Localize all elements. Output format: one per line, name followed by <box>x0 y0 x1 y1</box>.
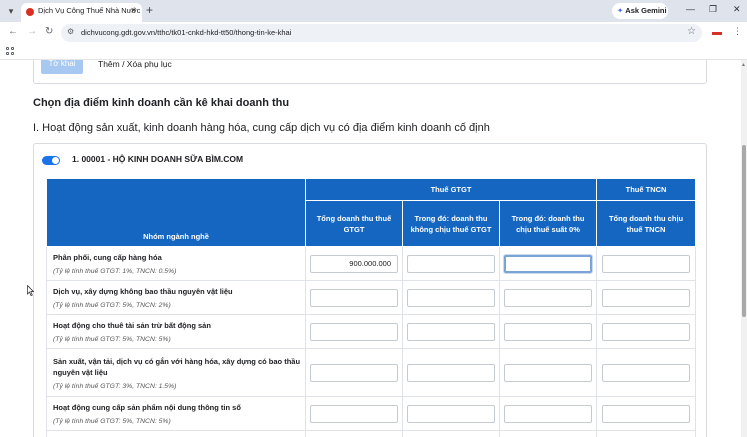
row-rate: (Tỷ lệ tính thuế GTGT: 3%, TNCN: 1.5%) <box>53 382 177 390</box>
scroll-thumb[interactable] <box>742 145 746 317</box>
header-ts0: Trong đó: doanh thu chịu thuế suất 0% <box>498 200 598 247</box>
address-row: ← → ↻ ⚙ dichvucong.gdt.gov.vn/tthc/tk01-… <box>0 22 747 44</box>
tong-gtgt-input[interactable]: 900.000.000 <box>310 254 398 273</box>
ask-gemini-label: Ask Gemini <box>625 6 667 15</box>
row-rate: (Tỷ lệ tính thuế GTGT: 5%, TNCN: 2%) <box>53 302 171 309</box>
scroll-up-icon[interactable]: ▲ <box>741 62 746 68</box>
header-tong-gtgt: Tổng doanh thu thuế GTGT <box>305 200 403 247</box>
tong-gtgt-input[interactable] <box>310 322 398 341</box>
khong-chiu-input[interactable] <box>407 363 495 382</box>
bookmark-bar <box>0 44 747 60</box>
row-rate: (Tỷ lệ tính thuế GTGT: 1%, TNCN: 0.5%) <box>53 268 177 275</box>
forward-icon[interactable]: → <box>27 26 37 37</box>
tab-title: Dịch Vụ Công Thuế Nhà Nước <box>38 6 141 15</box>
add-remove-appendix-button[interactable]: Thêm / Xóa phụ lục <box>98 60 172 72</box>
favicon-icon <box>26 8 34 16</box>
back-icon[interactable]: ← <box>8 26 18 37</box>
table-row: Phân phối, cung cấp hàng hóa (Tỷ lệ tính … <box>46 246 697 281</box>
tong-gtgt-input[interactable] <box>310 288 398 307</box>
tong-tncn-input[interactable] <box>602 404 691 423</box>
ts0-input[interactable] <box>504 363 593 382</box>
row-rate: (Tỷ lệ tính thuế GTGT: 5%, TNCN: 5%) <box>53 418 171 425</box>
row-title: Phân phối, cung cấp hàng hóa <box>53 253 162 262</box>
row-rate: (Tỷ lệ tính thuế GTGT: 5%, TNCN: 5%) <box>53 336 171 343</box>
khong-chiu-input[interactable] <box>407 322 495 341</box>
table-row: Hoạt động cho thuê tài sản trừ bất động … <box>46 314 697 349</box>
business-card: 1. 00001 - HỘ KINH DOANH SỮA BÌM.COM Nhó… <box>33 143 707 437</box>
table-row <box>46 430 697 437</box>
tong-gtgt-input[interactable] <box>310 404 398 423</box>
row-title: Sản xuất, vận tải, dịch vụ có gắn với hà… <box>53 356 301 377</box>
business-toggle[interactable] <box>42 156 60 165</box>
restore-icon[interactable]: ❐ <box>709 4 717 15</box>
section-title: Chọn địa điểm kinh doanh cần kê khai doa… <box>33 97 290 109</box>
tong-tncn-input[interactable] <box>602 322 691 341</box>
gemini-icon: ✦ <box>617 6 624 15</box>
row-title: Dịch vụ, xây dựng không bao thầu nguyên … <box>53 287 233 296</box>
table-row: Sản xuất, vận tải, dịch vụ có gắn với hà… <box>46 348 697 397</box>
mouse-cursor-icon <box>27 285 34 296</box>
khong-chiu-input[interactable] <box>407 254 495 273</box>
browser-menu-icon[interactable]: ⋮ <box>733 26 742 37</box>
tab-search-icon[interactable]: ▾ <box>3 3 19 19</box>
tab-strip: ▾ Dịch Vụ Công Thuế Nhà Nước ✕ + ✦ Ask Ge… <box>0 0 747 22</box>
new-tab-button[interactable]: + <box>146 3 153 17</box>
header-khong-chiu: Trong đó: doanh thu không chịu thuế GTGT <box>402 200 500 247</box>
table-row: Hoạt động cung cấp sản phẩm nội dung thô… <box>46 396 697 431</box>
header-gtgt-group: Thuế GTGT <box>304 178 598 201</box>
reload-icon[interactable]: ↻ <box>45 26 53 37</box>
row-title: Hoạt động cho thuê tài sản trừ bất động … <box>53 321 211 330</box>
tong-tncn-input[interactable] <box>602 288 691 307</box>
tokhai-button[interactable]: Tờ khai <box>41 60 83 74</box>
tong-tncn-input[interactable] <box>602 363 691 382</box>
khong-chiu-input[interactable] <box>407 404 495 423</box>
page-content: Tờ khai Thêm / Xóa phụ lục Chọn địa điểm… <box>0 60 741 437</box>
apps-grid-icon[interactable] <box>6 47 14 55</box>
header-nhom: Nhóm ngành nghề <box>46 178 306 247</box>
address-bar[interactable]: ⚙ dichvucong.gdt.gov.vn/tthc/tk01-cnkd-h… <box>61 24 702 42</box>
tong-gtgt-input[interactable] <box>310 363 398 382</box>
ask-gemini-button[interactable]: ✦ Ask Gemini <box>612 3 668 19</box>
close-window-icon[interactable]: ✕ <box>733 4 741 15</box>
ts0-input[interactable] <box>504 254 593 273</box>
bookmark-star-icon[interactable]: ☆ <box>687 26 696 37</box>
header-tncn-group: Thuế TNCN <box>596 178 697 201</box>
page-scrollbar[interactable]: ▲ <box>741 60 747 437</box>
business-title: 1. 00001 - HỘ KINH DOANH SỮA BÌM.COM <box>72 154 244 164</box>
tong-tncn-input[interactable] <box>602 254 691 273</box>
header-tong-tncn: Tổng doanh thu chịu thuế TNCN <box>596 200 697 247</box>
ts0-input[interactable] <box>504 404 593 423</box>
ts0-input[interactable] <box>504 288 593 307</box>
khong-chiu-input[interactable] <box>407 288 495 307</box>
table-row: Dịch vụ, xây dựng không bao thầu nguyên … <box>46 280 697 315</box>
row-title: Hoạt động cung cấp sản phẩm nội dung thô… <box>53 403 241 412</box>
top-card: Tờ khai Thêm / Xóa phụ lục <box>33 60 707 84</box>
site-info-icon[interactable]: ⚙ <box>67 27 74 36</box>
extension-icon[interactable] <box>712 32 722 35</box>
subsection-title: I. Hoạt động sản xuất, kinh doanh hàng h… <box>33 122 490 134</box>
revenue-table: Nhóm ngành nghề Thuế GTGT Thuế TNCN Tổng… <box>46 178 697 437</box>
ts0-input[interactable] <box>504 322 593 341</box>
close-tab-icon[interactable]: ✕ <box>130 6 137 15</box>
minimize-icon[interactable]: — <box>686 4 695 14</box>
browser-tab[interactable]: Dịch Vụ Công Thuế Nhà Nước ✕ <box>21 3 142 22</box>
url-text[interactable]: dichvucong.gdt.gov.vn/tthc/tk01-cnkd-hkd… <box>81 28 291 37</box>
